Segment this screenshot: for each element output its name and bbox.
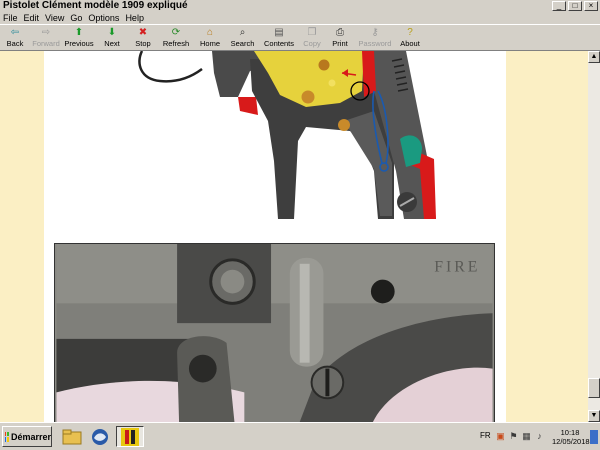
- toolbar-button-label: Next: [104, 39, 120, 48]
- toolbar-button-label: Refresh: [162, 39, 190, 48]
- photo-stamp-fire: FIRE: [434, 259, 480, 276]
- page-margin-left: [0, 51, 44, 422]
- menu-view[interactable]: View: [42, 12, 67, 24]
- up-arrow-icon: ⬆: [74, 27, 84, 38]
- toolbar-button-label: Previous: [64, 39, 94, 48]
- window-title: Pistolet Clément modèle 1909 expliqué: [3, 0, 188, 11]
- help-viewer-taskbar-button[interactable]: [116, 426, 144, 447]
- toolbar-button-label: About: [400, 39, 420, 48]
- scroll-up-arrow-icon[interactable]: ▲: [588, 51, 600, 63]
- toolbar-stop-button[interactable]: ✖ Stop: [128, 25, 158, 51]
- toolbar-button-label: Stop: [135, 39, 151, 48]
- toolbar-button-label: Back: [6, 39, 24, 48]
- toolbar-button-label: Contents: [263, 39, 295, 48]
- toolbar-button-label: Forward: [32, 39, 60, 48]
- file-explorer-icon[interactable]: [60, 426, 84, 447]
- help-app-icon: [121, 427, 139, 446]
- scroll-down-arrow-icon[interactable]: ▼: [588, 410, 600, 422]
- menu-file[interactable]: File: [0, 12, 21, 24]
- forward-arrow-icon: ⇨: [41, 27, 51, 38]
- menu-bar: File Edit View Go Options Help: [0, 12, 600, 24]
- toolbar-button-label: Home: [199, 39, 220, 48]
- volume-icon[interactable]: ♪: [534, 431, 545, 442]
- title-bar: Pistolet Clément modèle 1909 expliqué _ …: [0, 0, 600, 12]
- language-indicator[interactable]: FR: [480, 431, 491, 440]
- toolbar-button-label: Print: [332, 39, 348, 48]
- start-button[interactable]: Démarrer: [2, 426, 52, 447]
- search-icon: ⌕: [239, 27, 246, 38]
- contents-icon: ▤: [274, 27, 284, 38]
- toolbar-button-label: Search: [230, 39, 255, 48]
- system-tray: FR ▣ ⚑ ▦ ♪ 10:18 12/05/2018: [477, 426, 600, 447]
- scroll-thumb[interactable]: [588, 378, 600, 398]
- toolbar-password-button[interactable]: ⚷ Password: [355, 25, 395, 51]
- clock[interactable]: 10:18 12/05/2018: [552, 428, 590, 446]
- toolbar-button-label: Password: [358, 39, 392, 48]
- network-icon[interactable]: ▦: [521, 431, 532, 442]
- menu-edit[interactable]: Edit: [21, 12, 43, 24]
- start-label: Démarrer: [10, 431, 51, 442]
- help-icon: ?: [407, 27, 413, 38]
- menu-help[interactable]: Help: [122, 12, 147, 24]
- minimize-button[interactable]: _: [552, 1, 566, 11]
- toolbar-about-button[interactable]: ? About: [395, 25, 425, 51]
- toolbar: ⇦ Back ⇨ Forward ⬆ Previous ⬇ Next ✖ Stop ⟳ Refresh…: [0, 24, 600, 51]
- toolbar-back-button[interactable]: ⇦ Back: [0, 25, 30, 51]
- toolbar-refresh-button[interactable]: ⟳ Refresh: [158, 25, 194, 51]
- copy-icon: ❐: [307, 27, 317, 38]
- clock-time: 10:18: [560, 428, 580, 437]
- toolbar-home-button[interactable]: ⌂ Home: [194, 25, 226, 51]
- windows-flag-icon: [5, 431, 9, 442]
- vertical-scrollbar[interactable]: ▲ ▼: [588, 51, 600, 422]
- toolbar-next-button[interactable]: ⬇ Next: [96, 25, 128, 51]
- close-button[interactable]: ×: [584, 1, 598, 11]
- toolbar-contents-button[interactable]: ▤ Contents: [259, 25, 299, 51]
- thunderbird-icon[interactable]: [88, 426, 112, 447]
- menu-go[interactable]: Go: [67, 12, 85, 24]
- pistol-mechanism-photo: FIRE: [54, 243, 495, 422]
- office-icon[interactable]: ▣: [495, 431, 506, 442]
- menu-options[interactable]: Options: [85, 12, 122, 24]
- toolbar-copy-button[interactable]: ❐ Copy: [299, 25, 325, 51]
- down-arrow-icon: ⬇: [107, 27, 117, 38]
- toolbar-button-label: Copy: [303, 39, 321, 48]
- key-icon: ⚷: [371, 27, 379, 38]
- document-content[interactable]: FIRE: [0, 51, 588, 422]
- refresh-icon: ⟳: [171, 27, 181, 38]
- pistol-diagram: [138, 51, 436, 219]
- toolbar-search-button[interactable]: ⌕ Search: [226, 25, 259, 51]
- print-icon: ⎙: [336, 27, 344, 38]
- show-desktop-button[interactable]: [590, 430, 598, 444]
- maximize-button[interactable]: □: [568, 1, 582, 11]
- toolbar-print-button[interactable]: ⎙ Print: [325, 25, 355, 51]
- flag-icon[interactable]: ⚑: [508, 431, 519, 442]
- clock-date: 12/05/2018: [552, 437, 590, 446]
- home-icon: ⌂: [206, 27, 214, 38]
- toolbar-forward-button[interactable]: ⇨ Forward: [30, 25, 62, 51]
- back-arrow-icon: ⇦: [10, 27, 20, 38]
- taskbar: Démarrer FR ▣ ⚑ ▦ ♪ 10:18 12/05/2018: [0, 422, 600, 450]
- page-margin-right: [506, 51, 588, 422]
- toolbar-previous-button[interactable]: ⬆ Previous: [62, 25, 96, 51]
- stop-icon: ✖: [138, 27, 148, 38]
